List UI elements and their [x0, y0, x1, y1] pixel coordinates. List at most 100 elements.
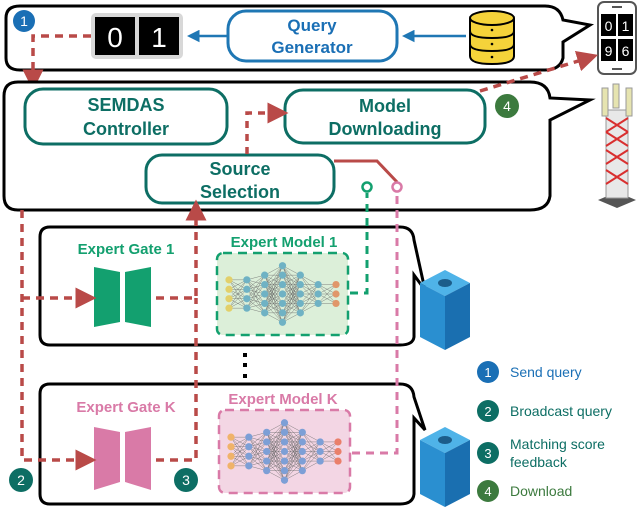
nn-node: [227, 433, 235, 441]
step-3-badge: 3: [174, 468, 198, 492]
server-1-icon: [420, 270, 470, 350]
svg-text:feedback: feedback: [510, 454, 568, 470]
nn-node: [314, 299, 322, 308]
svg-text:Matching score: Matching score: [510, 436, 605, 452]
svg-text:Send query: Send query: [510, 364, 582, 380]
nn-node: [261, 290, 269, 298]
nn-node: [332, 280, 340, 289]
source-selection-line2: Selection: [200, 182, 280, 202]
step-2-badge: 2: [9, 468, 33, 492]
svg-text:2: 2: [17, 472, 25, 488]
more-experts-ellipsis: [243, 353, 247, 378]
svg-text:1: 1: [20, 13, 28, 29]
nn-node: [280, 438, 289, 446]
nn-node: [245, 462, 253, 470]
nn-node: [296, 309, 304, 317]
expert-gate-k-label: Expert Gate K: [76, 399, 175, 416]
nn-node: [225, 276, 233, 284]
nn-node: [280, 467, 289, 475]
expert-model-1-label: Expert Model 1: [231, 234, 338, 251]
switch-contact-1: [361, 181, 373, 193]
semdas-line2: Controller: [83, 119, 169, 139]
nn-node: [225, 285, 233, 293]
nn-node: [243, 295, 251, 303]
device-digit: 1: [622, 18, 630, 34]
nn-node: [243, 276, 251, 284]
smartphone-icon: 0 1 9 6: [597, 1, 637, 75]
semdas-line1: SEMDAS: [87, 95, 164, 115]
svg-text:4: 4: [503, 98, 511, 114]
legend: 1 Send query 2 Broadcast query 3 Matchin…: [477, 361, 612, 502]
semdas-controller-box[interactable]: SEMDAS Controller: [23, 87, 229, 146]
device-digit: 6: [622, 43, 630, 59]
query-generator-line1: Query: [287, 16, 337, 35]
nn-node: [334, 457, 342, 465]
nn-node: [296, 290, 304, 298]
digit-1: 1: [151, 22, 167, 53]
nn-node: [261, 299, 269, 308]
nn-node: [334, 447, 342, 456]
query-generator-line2: Generator: [271, 38, 353, 57]
switch-contact-k: [391, 181, 403, 193]
device-digit: 9: [605, 43, 613, 59]
nn-node: [316, 447, 324, 456]
nn-node: [298, 467, 306, 475]
nn-node: [316, 438, 324, 446]
cell-tower-icon: [598, 83, 636, 208]
nn-node: [227, 462, 235, 470]
model-downloading-box[interactable]: Model Downloading: [283, 88, 487, 145]
nn-node: [245, 443, 253, 451]
nn-node: [298, 447, 306, 456]
nn-node: [334, 438, 342, 446]
nn-node: [278, 290, 287, 298]
nn-node: [225, 304, 233, 312]
nn-node: [278, 280, 287, 289]
nn-node: [263, 428, 271, 436]
svg-text:4: 4: [484, 484, 491, 499]
digit-0: 0: [107, 22, 123, 53]
nn-node: [263, 447, 271, 456]
nn-node: [314, 290, 322, 298]
source-selection-box[interactable]: Source Selection: [144, 153, 336, 205]
nn-node: [280, 447, 289, 456]
nn-node: [245, 433, 253, 441]
svg-text:3: 3: [484, 446, 491, 461]
nn-node: [261, 309, 269, 317]
svg-text:1: 1: [484, 365, 491, 380]
query-generator-box[interactable]: Query Generator: [226, 9, 399, 63]
nn-node: [314, 280, 322, 289]
nn-node: [278, 318, 287, 326]
nn-node: [296, 280, 304, 289]
nn-node: [278, 299, 287, 308]
nn-node: [263, 467, 271, 475]
legend-item-download: 4 Download: [477, 480, 572, 502]
nn-node: [243, 285, 251, 293]
nn-node: [296, 271, 304, 279]
nn-node: [278, 309, 287, 317]
source-selection-line1: Source: [209, 159, 270, 179]
nn-node: [245, 452, 253, 460]
nn-node: [225, 295, 233, 303]
legend-item-send-query: 1 Send query: [477, 361, 582, 383]
nn-node: [280, 457, 289, 465]
nn-node: [227, 443, 235, 451]
device-digit: 0: [605, 18, 613, 34]
nn-node: [227, 452, 235, 460]
nn-node: [332, 299, 340, 308]
query-digits-image: 0 1: [91, 13, 183, 59]
legend-item-matching-score: 3 Matching score feedback: [477, 436, 605, 470]
nn-node: [261, 271, 269, 279]
semdas-diagram: 0 1 Query Generator 0 1 9 6 1 SEMDAS Con…: [2, 1, 637, 507]
nn-node: [316, 457, 324, 465]
legend-item-broadcast-query: 2 Broadcast query: [477, 400, 612, 422]
svg-text:3: 3: [182, 472, 190, 488]
model-downloading-line2: Downloading: [329, 119, 442, 139]
step-1-badge: 1: [13, 10, 35, 32]
nn-node: [298, 428, 306, 436]
nn-node: [298, 457, 306, 465]
svg-text:Broadcast query: Broadcast query: [510, 403, 612, 419]
database-icon: [469, 10, 515, 66]
svg-text:2: 2: [484, 404, 491, 419]
nn-node: [280, 419, 289, 427]
nn-node: [280, 428, 289, 436]
